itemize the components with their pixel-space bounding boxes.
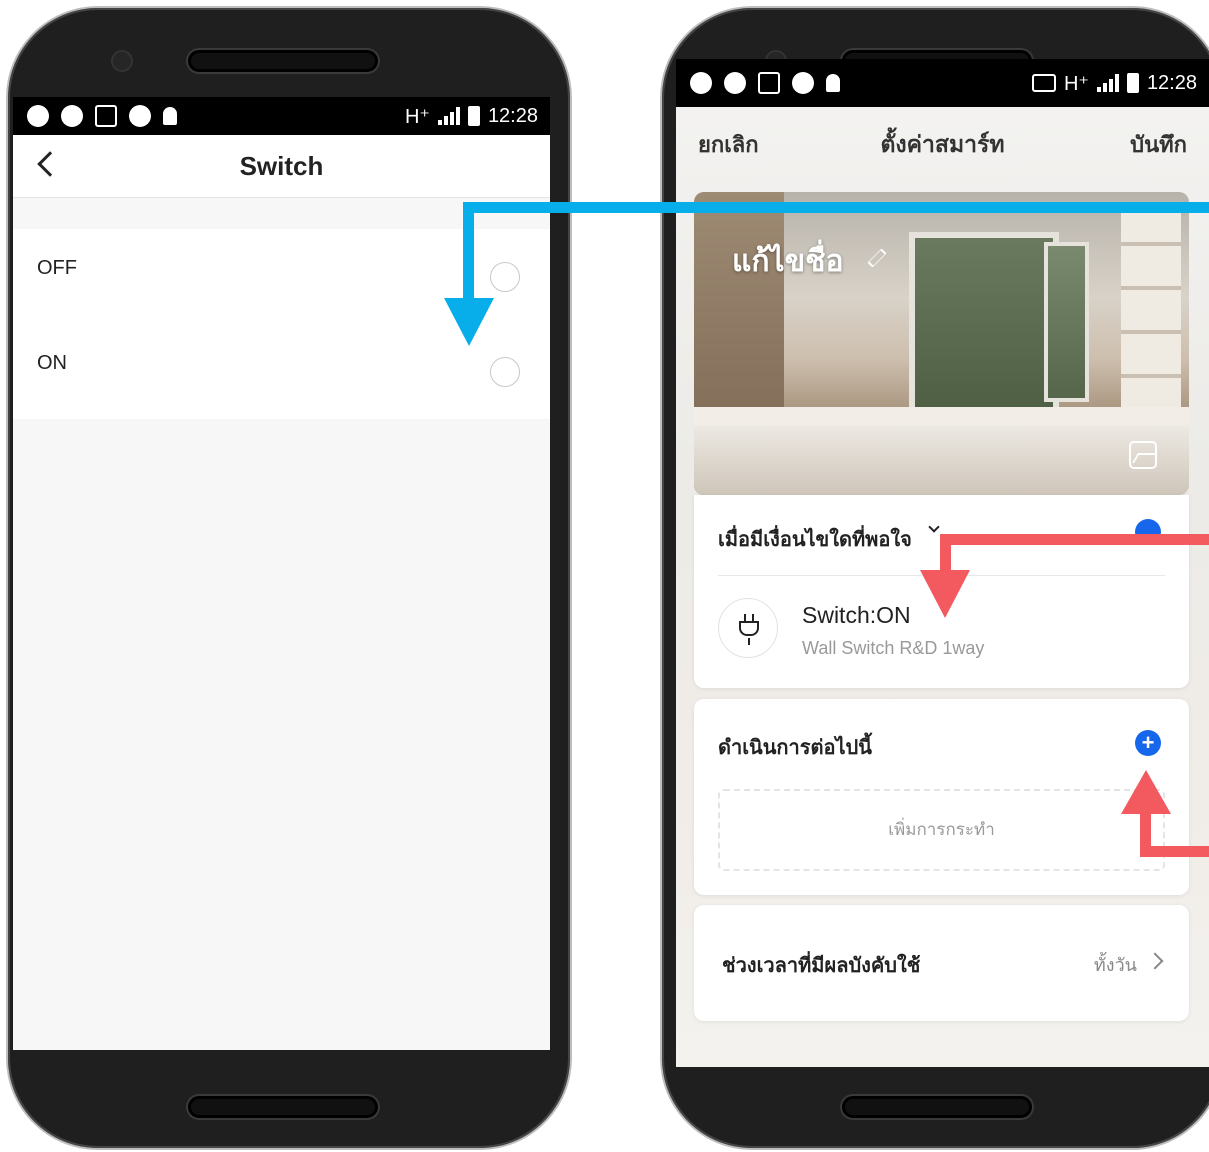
- cover-photo-part: [909, 232, 1059, 422]
- status-time: 12:28: [1146, 71, 1197, 94]
- page-title: Switch: [239, 151, 324, 181]
- line-chat-icon: [129, 105, 151, 127]
- effective-time-value: ทั้งวัน: [1093, 955, 1137, 976]
- download-icon: [95, 105, 117, 127]
- red-arrow-action-vertical: [1140, 810, 1151, 857]
- blue-arrowhead-icon: [444, 298, 494, 346]
- plug-icon: [718, 598, 778, 658]
- cover-photo-part: [694, 407, 1189, 425]
- front-camera: [111, 50, 133, 72]
- action-title: ดำเนินการต่อไปนี้: [718, 735, 872, 759]
- red-arrow-condition-horizontal: [940, 534, 1209, 545]
- status-time: 12:28: [487, 104, 538, 127]
- camera-shutter-icon: [27, 105, 49, 127]
- network-type: H⁺: [404, 105, 430, 128]
- battery-icon: [467, 106, 480, 126]
- condition-item-device: Wall Switch R&D 1way: [802, 638, 985, 658]
- bell-icon: [826, 74, 840, 92]
- line-chat-icon: [724, 72, 746, 94]
- cover-photo-part: [694, 425, 1189, 495]
- bottom-speaker: [188, 1096, 378, 1118]
- camera-shutter-icon: [690, 72, 712, 94]
- add-action-label: เพิ่มการกระทำ: [888, 820, 995, 840]
- radio-button[interactable]: [490, 262, 520, 292]
- option-label: OFF: [37, 257, 77, 279]
- scene-cover-image[interactable]: แก้ไขชื่อ: [694, 192, 1189, 495]
- red-arrow-condition-vertical: [940, 534, 951, 574]
- add-action-placeholder[interactable]: เพิ่มการกระทำ: [718, 789, 1165, 871]
- red-arrowhead-icon: [920, 570, 970, 618]
- signal-icon: [1096, 74, 1119, 92]
- blue-arrow-vertical: [463, 202, 474, 302]
- option-label: ON: [37, 352, 67, 374]
- radio-button[interactable]: [490, 357, 520, 387]
- red-arrowhead-up-icon: [1121, 770, 1171, 814]
- cast-icon: [1031, 74, 1056, 92]
- top-speaker: [188, 50, 378, 72]
- change-image-icon[interactable]: [1129, 441, 1157, 469]
- signal-icon: [437, 107, 460, 125]
- status-bar: H⁺ 12:28: [13, 97, 550, 135]
- chevron-down-icon[interactable]: [928, 521, 940, 533]
- condition-title: เมื่อมีเงื่อนไขใดที่พอใจ: [718, 527, 912, 551]
- chevron-right-icon: [1146, 952, 1164, 970]
- line-chat-icon: [792, 72, 814, 94]
- add-action-button[interactable]: +: [1135, 730, 1161, 756]
- download-icon: [758, 72, 780, 94]
- nav-bar: Switch: [13, 135, 550, 198]
- nav-bar: ยกเลิก ตั้งค่าสมาร์ท บันทึก: [676, 107, 1209, 177]
- battery-icon: [1126, 73, 1139, 93]
- page-title: ตั้งค่าสมาร์ท: [880, 132, 1005, 158]
- effective-time-card[interactable]: ช่วงเวลาที่มีผลบังคับใช้ ทั้งวัน: [694, 905, 1189, 1021]
- line-chat-icon: [61, 105, 83, 127]
- bell-icon: [163, 107, 177, 125]
- network-type: H⁺: [1063, 72, 1089, 95]
- action-card: ดำเนินการต่อไปนี้ + เพิ่มการกระทำ: [694, 699, 1189, 895]
- condition-item-title: Switch:ON: [802, 602, 911, 628]
- save-button[interactable]: บันทึก: [1130, 127, 1187, 162]
- effective-time-label: ช่วงเวลาที่มีผลบังคับใช้: [722, 953, 921, 977]
- pencil-icon[interactable]: [867, 248, 887, 268]
- edit-name-button[interactable]: แก้ไขชื่อ: [732, 238, 843, 285]
- blue-arrow-horizontal: [463, 202, 1209, 213]
- status-bar: H⁺ 12:28: [676, 59, 1209, 107]
- cover-photo-part: [1044, 242, 1089, 402]
- bottom-speaker: [842, 1096, 1032, 1118]
